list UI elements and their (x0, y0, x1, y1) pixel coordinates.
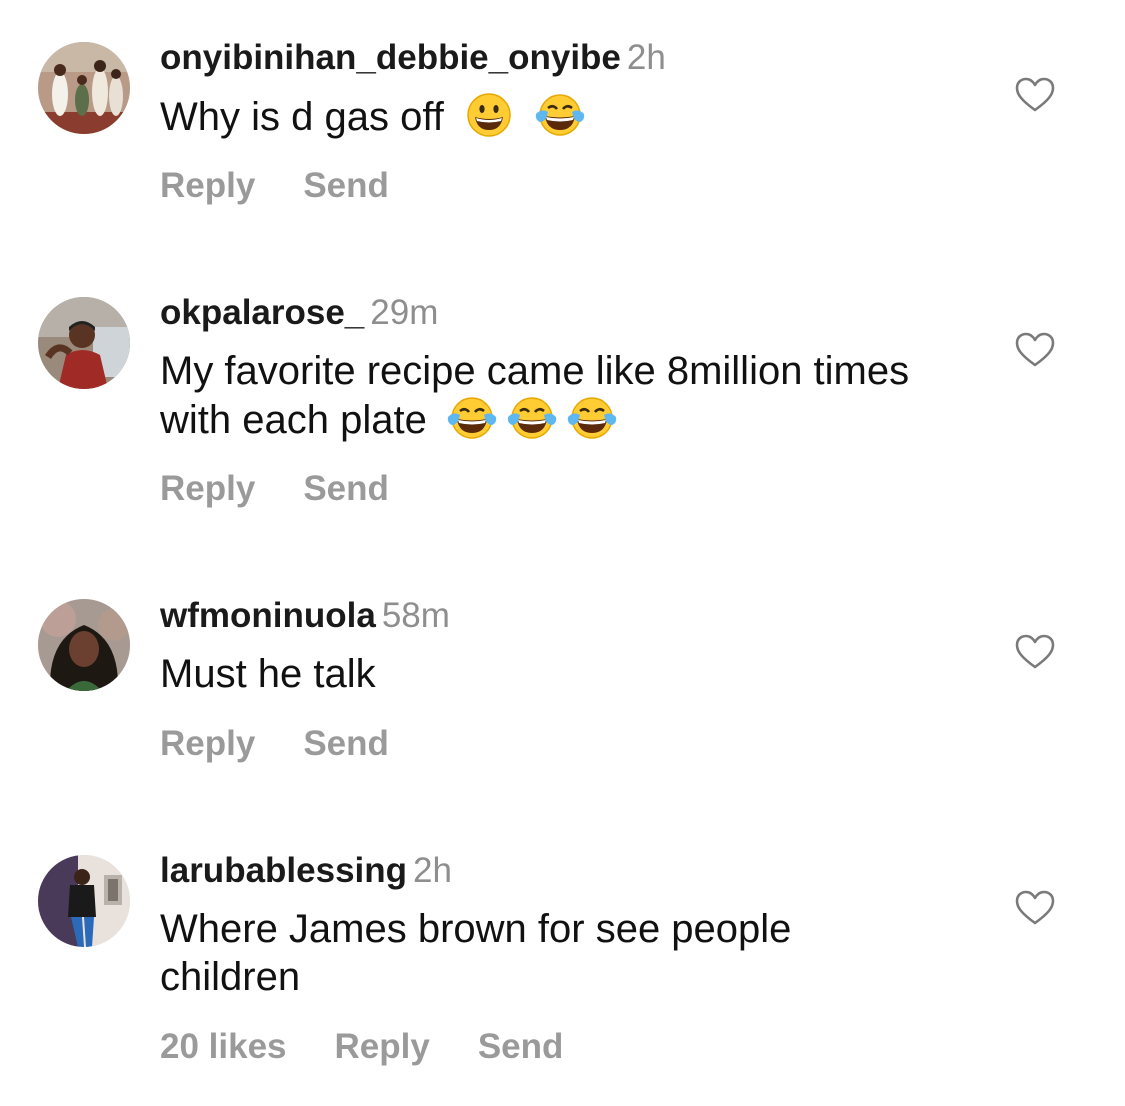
avatar[interactable] (38, 42, 130, 134)
timestamp: 2h (413, 851, 452, 890)
send-button[interactable]: Send (478, 1027, 564, 1066)
heart-outline-icon[interactable] (1015, 77, 1055, 113)
username[interactable]: wfmoninuola (160, 596, 376, 635)
comment-item: larubablessing 2h Where James brown for s… (0, 0, 1125, 1066)
heart-outline-icon[interactable] (1015, 890, 1055, 926)
avatar[interactable] (38, 599, 130, 691)
face-with-tears-of-joy-icon (534, 92, 586, 138)
heart-outline-icon[interactable] (1015, 634, 1055, 670)
likes-count[interactable]: 20 likes (160, 1027, 287, 1066)
send-button[interactable]: Send (303, 469, 389, 508)
username[interactable]: okpalarose_ (160, 293, 364, 332)
comment-actions: Reply Send (160, 166, 437, 206)
comment-text: Where James brown for see people childre… (160, 905, 920, 1001)
comment-text: My favorite recipe came like 8million ti… (160, 347, 920, 444)
comment-body: Where James brown for see people childre… (160, 907, 792, 999)
comment-body: Why is d gas off (160, 95, 444, 139)
comment-actions: Reply Send (160, 724, 437, 764)
username[interactable]: larubablessing (160, 851, 407, 890)
comment-header: onyibinihan_debbie_onyibe 2h (160, 38, 666, 78)
grinning-face-icon (463, 92, 515, 138)
face-with-tears-of-joy-icon (566, 395, 618, 441)
comment-item: onyibinihan_debbie_onyibe 2h Why is d gas… (0, 0, 1125, 240)
avatar[interactable] (38, 297, 130, 389)
comment-text: Why is d gas off (160, 92, 920, 141)
comment-header: okpalarose_ 29m (160, 293, 438, 333)
comment-actions: 20 likes Reply Send (160, 1027, 611, 1067)
comment-body: Must he talk (160, 652, 376, 696)
reply-button[interactable]: Reply (335, 1027, 430, 1066)
send-button[interactable]: Send (303, 724, 389, 763)
face-with-tears-of-joy-icon (506, 395, 558, 441)
comment-header: larubablessing 2h (160, 851, 452, 891)
avatar[interactable] (38, 855, 130, 947)
comment-text: Must he talk (160, 650, 920, 698)
reply-button[interactable]: Reply (160, 724, 255, 763)
username[interactable]: onyibinihan_debbie_onyibe (160, 38, 621, 77)
timestamp: 2h (626, 38, 666, 77)
comment-header: wfmoninuola 58m (160, 596, 450, 636)
timestamp: 58m (381, 596, 450, 635)
reply-button[interactable]: Reply (160, 166, 255, 205)
reply-button[interactable]: Reply (160, 469, 255, 508)
send-button[interactable]: Send (303, 166, 389, 205)
comment-actions: Reply Send (160, 469, 437, 509)
timestamp: 29m (370, 293, 439, 332)
heart-outline-icon[interactable] (1015, 332, 1055, 368)
face-with-tears-of-joy-icon (446, 395, 498, 441)
